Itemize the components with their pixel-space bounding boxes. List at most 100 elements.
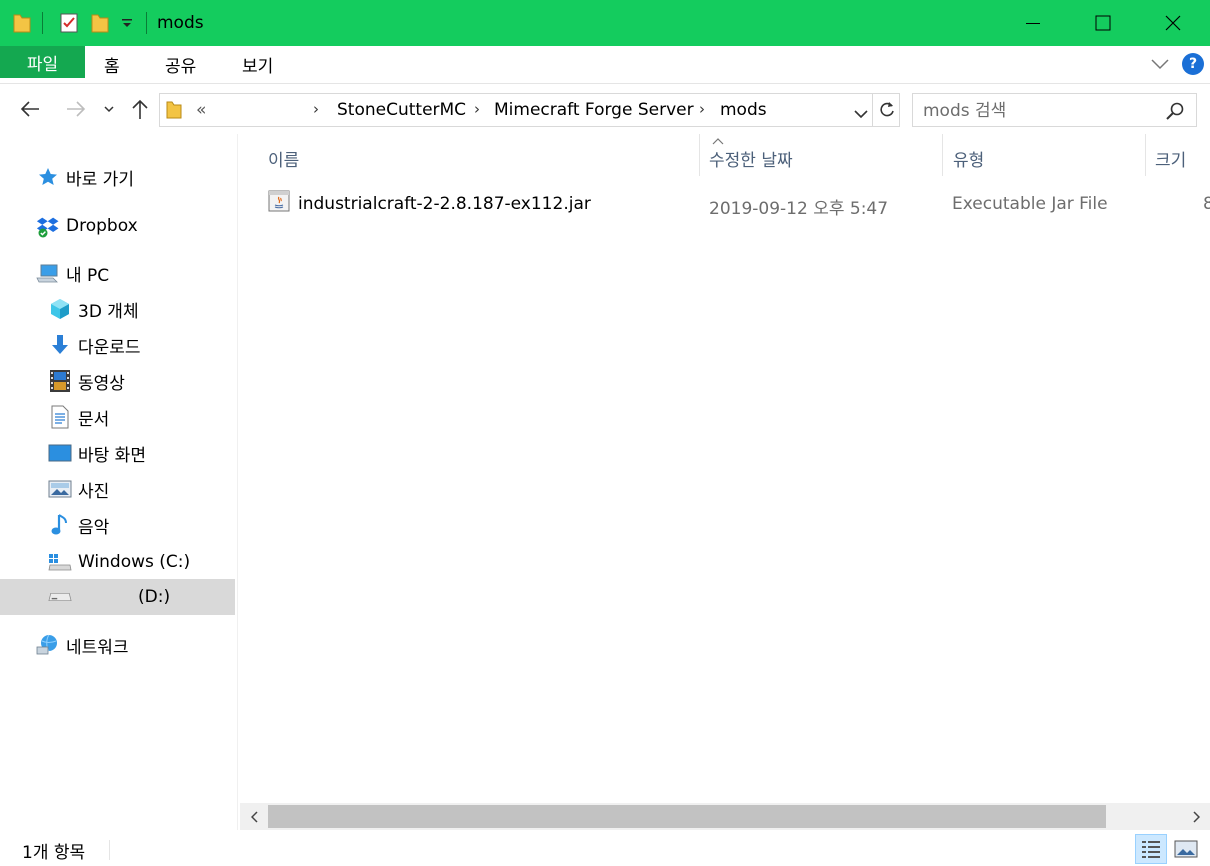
details-view-icon (1142, 841, 1160, 858)
column-header-type[interactable]: 유형 (953, 146, 984, 171)
navigation-bar: « › StoneCutterMC › Mimecraft Forge Serv… (0, 84, 1210, 134)
large-icons-view-button[interactable] (1170, 834, 1202, 864)
scrollbar-thumb[interactable] (268, 805, 1106, 828)
tab-home[interactable]: 홈 (104, 52, 120, 77)
help-icon: ? (1188, 56, 1198, 72)
address-overflow[interactable]: « (196, 100, 206, 120)
sidebar-item-label: Windows (C:) (78, 552, 191, 572)
search-input[interactable] (923, 100, 1153, 122)
star-icon (36, 165, 60, 189)
chevron-down-icon (854, 110, 868, 119)
sidebar-item-dropbox[interactable]: Dropbox (0, 209, 235, 243)
chevron-right-icon[interactable]: › (313, 100, 319, 118)
scroll-left-button[interactable] (244, 806, 266, 827)
sidebar-item-label: 바로 가기 (66, 169, 134, 190)
close-icon (1165, 15, 1181, 31)
sidebar-item-videos[interactable]: 동영상 (0, 364, 235, 398)
scroll-right-button[interactable] (1185, 806, 1207, 827)
navigation-pane: 바로 가기 Dropbox 내 PC 3D 개체 다운로드 동영상 문서 바탕 … (0, 134, 237, 830)
expand-ribbon-button[interactable] (1150, 56, 1170, 76)
up-button[interactable] (128, 96, 152, 122)
cube-icon (48, 297, 72, 321)
status-bar: 1개 항목 (0, 830, 1210, 866)
file-name[interactable]: industrialcraft-2-2.8.187-ex112.jar (298, 194, 591, 214)
chevron-down-icon (104, 106, 114, 113)
sidebar-item-label: 문서 (78, 409, 110, 430)
folder-icon (12, 11, 32, 35)
column-header-date-modified[interactable]: 수정한 날짜 (709, 146, 793, 171)
minimize-icon (1026, 23, 1040, 24)
ribbon: 파일 홈 공유 보기 ? (0, 46, 1210, 84)
document-icon (48, 405, 72, 429)
chevron-right-icon (1193, 810, 1200, 823)
drive-d-icon (48, 585, 72, 609)
sidebar-item-drive-d[interactable]: (D:) (0, 579, 235, 615)
sidebar-item-label: 동영상 (78, 373, 125, 394)
details-view-button[interactable] (1135, 834, 1167, 864)
sidebar-item-network[interactable]: 네트워크 (0, 628, 235, 662)
dropbox-icon (36, 214, 60, 238)
address-bar[interactable]: « › StoneCutterMC › Mimecraft Forge Serv… (159, 93, 900, 127)
tab-view[interactable]: 보기 (242, 52, 273, 77)
address-history-button[interactable] (853, 105, 869, 125)
help-button[interactable]: ? (1182, 53, 1204, 75)
sidebar-item-desktop[interactable]: 바탕 화면 (0, 436, 235, 470)
properties-icon[interactable] (58, 11, 80, 35)
maximize-button[interactable] (1068, 0, 1138, 46)
arrow-right-icon (67, 101, 86, 117)
sidebar-item-drive-c[interactable]: Windows (C:) (0, 545, 235, 579)
customize-toolbar-icon[interactable] (119, 11, 135, 35)
chevron-right-icon[interactable]: › (699, 100, 705, 118)
back-button[interactable] (16, 96, 44, 122)
music-note-icon (48, 513, 72, 537)
download-arrow-icon (48, 333, 72, 357)
sidebar-item-label: 다운로드 (78, 337, 141, 358)
sidebar-item-downloads[interactable]: 다운로드 (0, 328, 235, 362)
minimize-button[interactable] (998, 0, 1068, 46)
column-header-name[interactable]: 이름 (268, 146, 299, 171)
search-box[interactable] (912, 93, 1197, 127)
arrow-left-icon (20, 101, 39, 117)
tab-share[interactable]: 공유 (165, 52, 196, 77)
column-header-size[interactable]: 크기 (1155, 146, 1186, 171)
sidebar-item-label: 사진 (78, 481, 110, 502)
title-bar[interactable]: mods (0, 0, 1210, 46)
horizontal-scrollbar[interactable] (240, 803, 1210, 830)
sidebar-item-documents[interactable]: 문서 (0, 400, 235, 434)
arrow-up-icon (132, 99, 148, 119)
forward-button[interactable] (62, 96, 90, 122)
breadcrumb-segment[interactable]: Mimecraft Forge Server (494, 100, 694, 120)
chevron-right-icon[interactable]: › (474, 100, 480, 118)
sidebar-item-this-pc[interactable]: 내 PC (0, 256, 235, 290)
new-folder-icon[interactable] (90, 11, 110, 35)
refresh-icon (880, 102, 894, 117)
film-icon (48, 369, 72, 393)
sidebar-item-label: 내 PC (66, 265, 110, 286)
tab-file[interactable]: 파일 (0, 46, 85, 78)
sidebar-item-label: 바탕 화면 (78, 445, 146, 466)
chevron-left-icon (251, 810, 258, 823)
breadcrumb-segment[interactable]: StoneCutterMC (337, 100, 466, 120)
computer-icon (36, 261, 60, 285)
refresh-button[interactable] (877, 100, 897, 125)
recent-locations-button[interactable] (101, 96, 117, 122)
sidebar-item-label: (D:) (138, 587, 171, 607)
sidebar-item-quick-access[interactable]: 바로 가기 (0, 160, 235, 194)
sidebar-item-3d-objects[interactable]: 3D 개체 (0, 292, 235, 326)
sidebar-item-pictures[interactable]: 사진 (0, 472, 235, 506)
folder-icon (166, 100, 182, 125)
file-date-modified: 2019-09-12 오후 5:47 (709, 199, 889, 219)
table-row[interactable]: industrialcraft-2-2.8.187-ex112.jar 2019… (262, 186, 1210, 220)
window-title: mods (157, 13, 204, 33)
sidebar-item-label: Dropbox (66, 216, 138, 236)
java-jar-icon (268, 190, 290, 219)
sidebar-item-music[interactable]: 음악 (0, 508, 235, 542)
file-size: 8 (1203, 194, 1210, 214)
sidebar-item-label: 3D 개체 (78, 301, 139, 322)
chevron-down-icon (1151, 59, 1169, 70)
breadcrumb-segment[interactable]: mods (720, 100, 767, 120)
file-list[interactable]: 이름 수정한 날짜 유형 크기 industrialcraft-2-2.8.18… (240, 134, 1210, 802)
search-icon[interactable] (1165, 101, 1185, 126)
sidebar-item-label: 네트워크 (66, 637, 129, 658)
close-button[interactable] (1138, 0, 1208, 46)
